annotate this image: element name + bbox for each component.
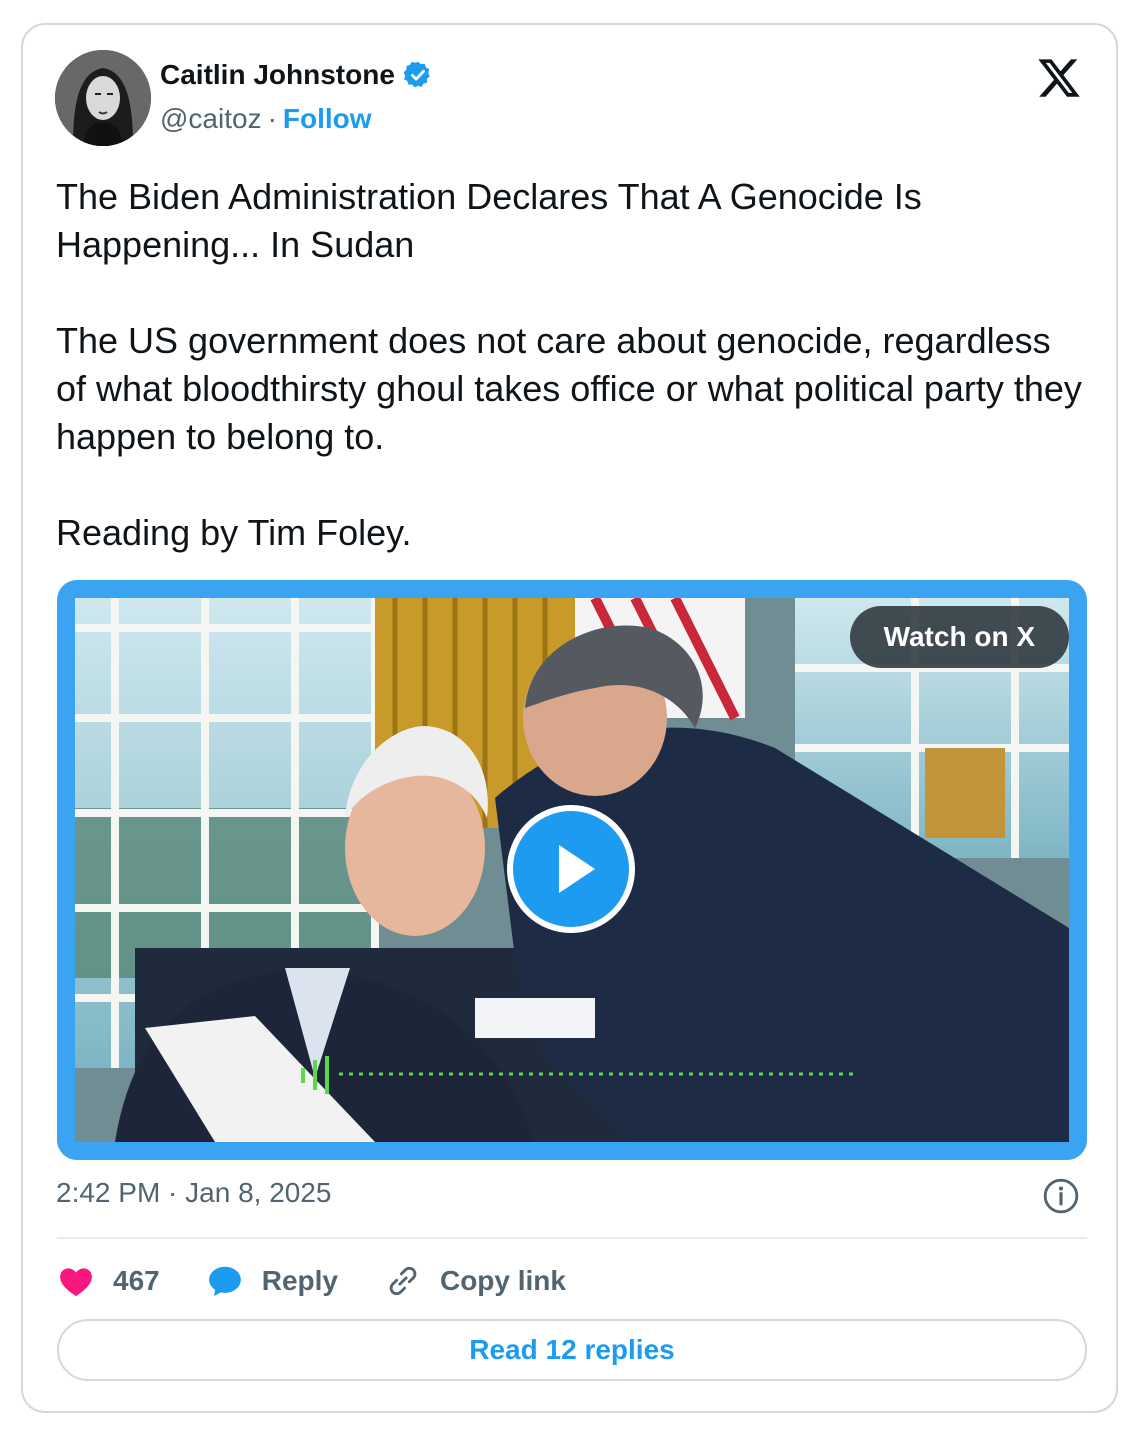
reply-button[interactable]: Reply: [206, 1262, 338, 1300]
reply-bubble-icon: [208, 1266, 241, 1297]
handle-row: @caitoz · Follow: [160, 103, 372, 135]
video-media[interactable]: Watch on X: [57, 580, 1087, 1160]
tweet-text: The Biden Administration Declares That A…: [56, 173, 1086, 605]
watch-on-x-button[interactable]: Watch on X: [849, 606, 1069, 668]
copy-link-label: Copy link: [439, 1265, 566, 1296]
divider: [57, 1237, 1087, 1239]
follow-button[interactable]: Follow: [283, 103, 372, 135]
author-name[interactable]: Caitlin Johnstone: [160, 59, 395, 91]
verified-badge-icon: [403, 60, 433, 90]
x-logo-icon[interactable]: [1036, 55, 1082, 101]
tweet-paragraph: The US government does not care about ge…: [56, 320, 1082, 457]
author-name-row: Caitlin Johnstone: [160, 59, 433, 91]
action-bar: 467 Reply Copy link: [57, 1259, 612, 1303]
tweet-timestamp[interactable]: 2:42 PM · Jan 8, 2025: [56, 1177, 332, 1209]
separator: ·: [267, 103, 277, 134]
reply-label: Reply: [261, 1265, 338, 1296]
tweet-paragraph: The Biden Administration Declares That A…: [56, 176, 922, 265]
play-button[interactable]: [507, 805, 635, 933]
author-handle[interactable]: @caitoz: [160, 103, 262, 135]
tweet-card: Caitlin Johnstone @caitoz · Follow The B…: [21, 23, 1118, 1413]
like-count: 467: [113, 1265, 160, 1296]
read-replies-button[interactable]: Read 12 replies: [57, 1319, 1087, 1381]
copy-link-button[interactable]: Copy link: [384, 1262, 566, 1300]
avatar[interactable]: [55, 50, 151, 146]
play-icon: [559, 845, 595, 893]
heart-icon: [60, 1268, 92, 1297]
info-icon[interactable]: [1042, 1177, 1080, 1215]
link-icon: [389, 1266, 417, 1296]
tweet-paragraph: Reading by Tim Foley.: [56, 512, 412, 553]
like-button[interactable]: 467: [57, 1262, 160, 1300]
